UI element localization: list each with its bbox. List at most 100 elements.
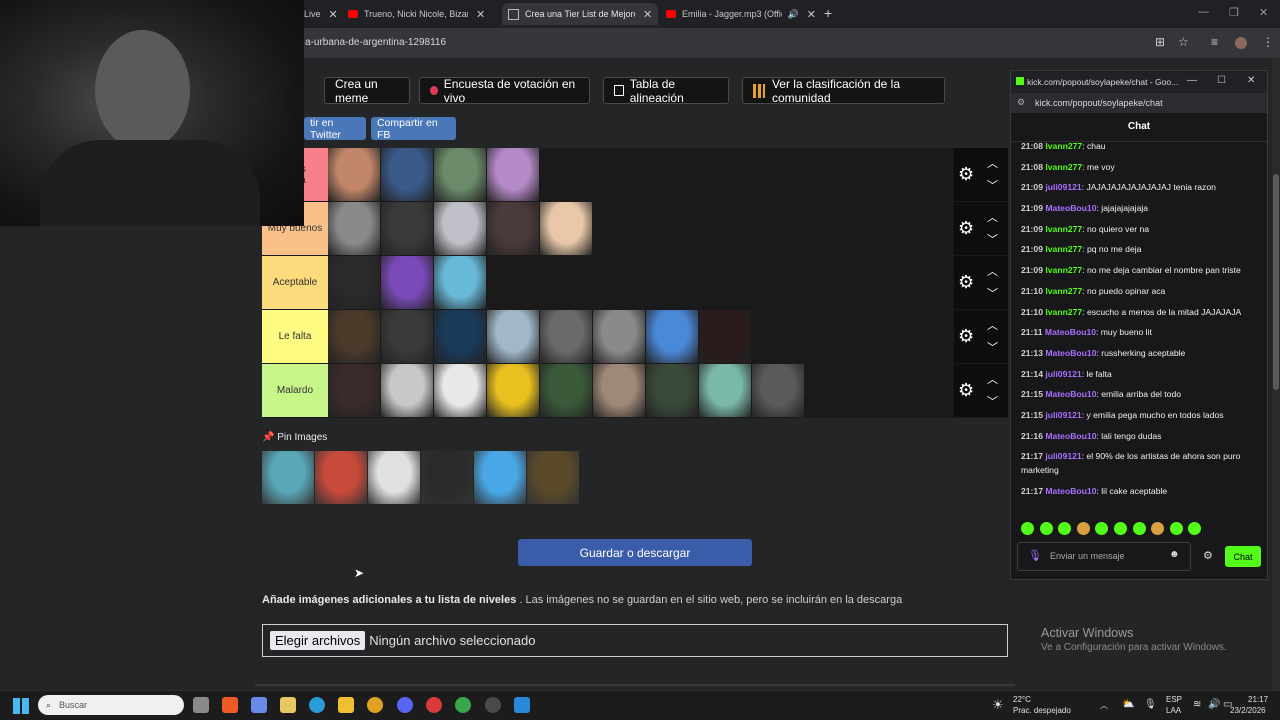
- emoji-icon[interactable]: ☻: [1169, 549, 1180, 560]
- clock-date[interactable]: 23/2/2026: [1230, 706, 1266, 715]
- pinned-thumbnail[interactable]: [421, 451, 473, 504]
- page-scrollbar-thumb[interactable]: [1273, 174, 1279, 390]
- chat-send-button[interactable]: Chat: [1225, 546, 1261, 567]
- artist-thumbnail[interactable]: [381, 310, 433, 363]
- language-secondary[interactable]: LAA: [1166, 706, 1181, 715]
- artist-thumbnail[interactable]: [328, 202, 380, 255]
- chrome-active-icon[interactable]: [455, 697, 471, 713]
- tier-settings-icon[interactable]: ⚙: [958, 326, 974, 347]
- artist-thumbnail[interactable]: [328, 310, 380, 363]
- volume-icon[interactable]: 🔊: [1208, 699, 1220, 710]
- explorer-icon[interactable]: [338, 697, 354, 713]
- close-window-icon[interactable]: ✕: [1247, 75, 1255, 86]
- move-up-icon[interactable]: ︿: [987, 155, 998, 171]
- artist-thumbnail[interactable]: [328, 364, 380, 417]
- pinned-thumbnail[interactable]: [368, 451, 420, 504]
- store-icon[interactable]: [280, 697, 296, 713]
- obs-icon[interactable]: [485, 697, 501, 713]
- close-icon[interactable]: ✕: [643, 8, 652, 21]
- move-down-icon[interactable]: ﹀: [987, 393, 998, 409]
- artist-thumbnail[interactable]: [434, 256, 486, 309]
- artist-thumbnail[interactable]: [328, 256, 380, 309]
- microphone-tray-icon[interactable]: 🎙: [1144, 699, 1157, 710]
- artist-thumbnail[interactable]: [434, 148, 486, 201]
- artist-thumbnail[interactable]: [434, 364, 486, 417]
- profile-avatar-icon[interactable]: [1235, 37, 1247, 49]
- emote-icon[interactable]: [1188, 522, 1202, 535]
- chat-message-input[interactable]: 🎙 Enviar un mensaje ☻: [1017, 542, 1191, 571]
- weather-icon[interactable]: ☀: [992, 697, 1004, 713]
- close-icon[interactable]: ✕: [329, 8, 338, 21]
- close-icon[interactable]: ✕: [476, 8, 485, 21]
- tier-settings-icon[interactable]: ⚙: [958, 218, 974, 239]
- restore-icon[interactable]: ❐: [1229, 6, 1239, 19]
- windows-start-icon[interactable]: [13, 698, 29, 714]
- tab-live[interactable]: Live ✕: [304, 3, 342, 25]
- move-down-icon[interactable]: ﹀: [987, 339, 998, 355]
- artist-thumbnail[interactable]: [593, 310, 645, 363]
- message-username[interactable]: MateoBou10: [1045, 327, 1096, 337]
- new-tab-button[interactable]: +: [824, 5, 832, 21]
- taskbar-search[interactable]: ⌕ Buscar: [38, 695, 184, 715]
- close-window-icon[interactable]: ✕: [1259, 6, 1268, 19]
- message-username[interactable]: juli09121: [1045, 451, 1081, 461]
- share-twitter-button[interactable]: tir en Twitter: [304, 117, 366, 141]
- save-download-button[interactable]: Guardar o descargar: [518, 539, 752, 566]
- artist-thumbnail[interactable]: [699, 310, 751, 363]
- close-icon[interactable]: ✕: [807, 8, 816, 21]
- tier-label[interactable]: Aceptable: [262, 256, 328, 309]
- artist-thumbnail[interactable]: [540, 310, 592, 363]
- tab-emilia[interactable]: Emilia - Jagger.mp3 (Offici 🔊 ✕: [666, 3, 816, 25]
- move-down-icon[interactable]: ﹀: [987, 285, 998, 301]
- message-username[interactable]: Ivann277: [1045, 162, 1082, 172]
- pinned-thumbnail[interactable]: [262, 451, 314, 504]
- media-control-icon[interactable]: ≡: [1211, 35, 1218, 49]
- message-username[interactable]: MateoBou10: [1045, 486, 1096, 496]
- site-info-icon[interactable]: ⚙: [1017, 97, 1025, 108]
- message-username[interactable]: MateoBou10: [1045, 203, 1096, 213]
- artist-thumbnail[interactable]: [381, 364, 433, 417]
- tab-trueno[interactable]: Trueno, Nicki Nicole, Bizarrap - ✕: [348, 3, 496, 25]
- share-facebook-button[interactable]: Compartir en FB: [371, 117, 456, 141]
- translate-icon[interactable]: ⊞: [1155, 35, 1165, 49]
- brave-icon[interactable]: [222, 697, 238, 713]
- maximize-icon[interactable]: ☐: [1217, 75, 1226, 86]
- clock-time[interactable]: 21:17: [1248, 695, 1268, 704]
- language-primary[interactable]: ESP: [1166, 695, 1182, 704]
- task-view-icon[interactable]: [193, 697, 209, 713]
- move-down-icon[interactable]: ﹀: [987, 231, 998, 247]
- artist-thumbnail[interactable]: [381, 202, 433, 255]
- artist-thumbnail[interactable]: [434, 310, 486, 363]
- emote-icon[interactable]: [1021, 522, 1034, 535]
- artist-thumbnail[interactable]: [487, 202, 539, 255]
- chrome-icon[interactable]: [367, 697, 383, 713]
- chat-settings-icon[interactable]: ⚙: [1203, 549, 1213, 562]
- message-username[interactable]: MateoBou10: [1045, 348, 1096, 358]
- artist-thumbnail[interactable]: [328, 148, 380, 201]
- tab-tierlist[interactable]: Crea una Tier List de Mejores A ✕: [502, 3, 658, 25]
- url-field[interactable]: a-urbana-de-argentina-1298116: [305, 37, 446, 48]
- artist-thumbnail[interactable]: [752, 364, 804, 417]
- discord-icon[interactable]: [397, 697, 413, 713]
- move-up-icon[interactable]: ︿: [987, 263, 998, 279]
- meme-button[interactable]: Crea un meme: [324, 77, 410, 105]
- message-username[interactable]: Ivann277: [1045, 265, 1082, 275]
- live-poll-button[interactable]: Encuesta de votación en vivo: [419, 77, 590, 105]
- artist-thumbnail[interactable]: [646, 364, 698, 417]
- tier-settings-icon[interactable]: ⚙: [958, 380, 974, 401]
- artist-thumbnail[interactable]: [487, 310, 539, 363]
- message-username[interactable]: Ivann277: [1045, 244, 1082, 254]
- emote-icon[interactable]: [1076, 522, 1090, 535]
- message-username[interactable]: juli09121: [1045, 410, 1081, 420]
- choose-files-button[interactable]: Elegir archivos: [270, 631, 366, 650]
- message-username[interactable]: Ivann277: [1045, 141, 1082, 151]
- artist-thumbnail[interactable]: [699, 364, 751, 417]
- artist-thumbnail[interactable]: [381, 148, 433, 201]
- message-username[interactable]: Ivann277: [1045, 224, 1082, 234]
- message-username[interactable]: Ivann277: [1045, 307, 1082, 317]
- move-up-icon[interactable]: ︿: [987, 317, 998, 333]
- tier-label[interactable]: Malardo: [262, 364, 328, 417]
- emote-icon[interactable]: [1169, 522, 1183, 535]
- tray-chevron-icon[interactable]: ︿: [1100, 700, 1108, 711]
- app-icon[interactable]: [426, 697, 442, 713]
